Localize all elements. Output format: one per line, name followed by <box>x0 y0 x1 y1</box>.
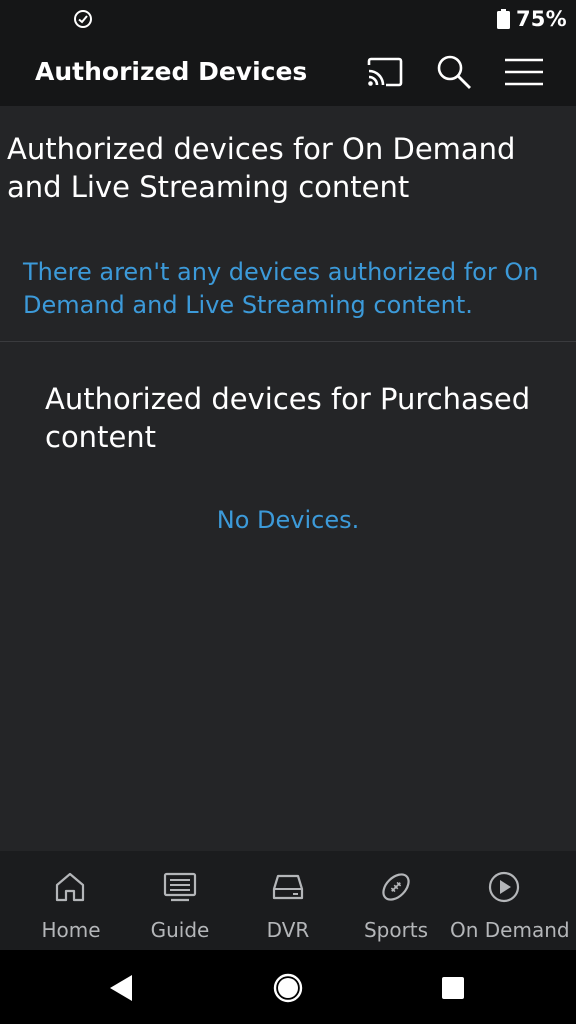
cast-icon[interactable] <box>364 52 404 92</box>
back-icon[interactable] <box>102 970 138 1006</box>
nav-item-guide[interactable]: Guide <box>126 851 234 950</box>
search-icon[interactable] <box>434 52 474 92</box>
purchased-section-heading: Authorized devices for Purchased content <box>45 382 531 454</box>
play-circle-icon <box>487 870 521 904</box>
nav-label-on-demand: On Demand <box>450 918 570 942</box>
bottom-nav: Home Guide DVR Sports On Demand <box>0 851 576 950</box>
home-icon <box>53 870 87 904</box>
streaming-empty-message: There aren't any devices authorized for … <box>23 258 539 319</box>
battery-percentage: 75% <box>516 7 567 31</box>
battery-icon <box>497 9 510 29</box>
menu-icon[interactable] <box>504 52 544 92</box>
guide-icon <box>163 870 197 904</box>
purchased-empty-message: No Devices. <box>216 506 360 534</box>
page-title: Authorized Devices <box>35 57 308 86</box>
nav-item-home[interactable]: Home <box>0 851 126 950</box>
football-icon <box>379 870 413 904</box>
status-bar: 75% <box>0 0 576 40</box>
nav-label-home: Home <box>41 918 101 942</box>
system-nav-bar <box>0 950 576 1024</box>
recents-icon[interactable] <box>435 970 471 1006</box>
nav-label-sports: Sports <box>363 918 429 942</box>
nav-label-dvr: DVR <box>266 918 310 942</box>
streaming-section-heading: Authorized devices for On Demand and Liv… <box>7 132 516 204</box>
streaming-devices-section: Authorized devices for On Demand and Liv… <box>0 106 576 342</box>
home-circle-icon[interactable] <box>270 970 306 1006</box>
app-bar: Authorized Devices <box>0 40 576 106</box>
check-circle-icon <box>72 8 94 30</box>
dvr-icon <box>271 870 305 904</box>
nav-item-dvr[interactable]: DVR <box>234 851 342 950</box>
nav-item-on-demand[interactable]: On Demand <box>450 851 570 950</box>
nav-item-sports[interactable]: Sports <box>342 851 450 950</box>
nav-label-guide: Guide <box>150 918 210 942</box>
